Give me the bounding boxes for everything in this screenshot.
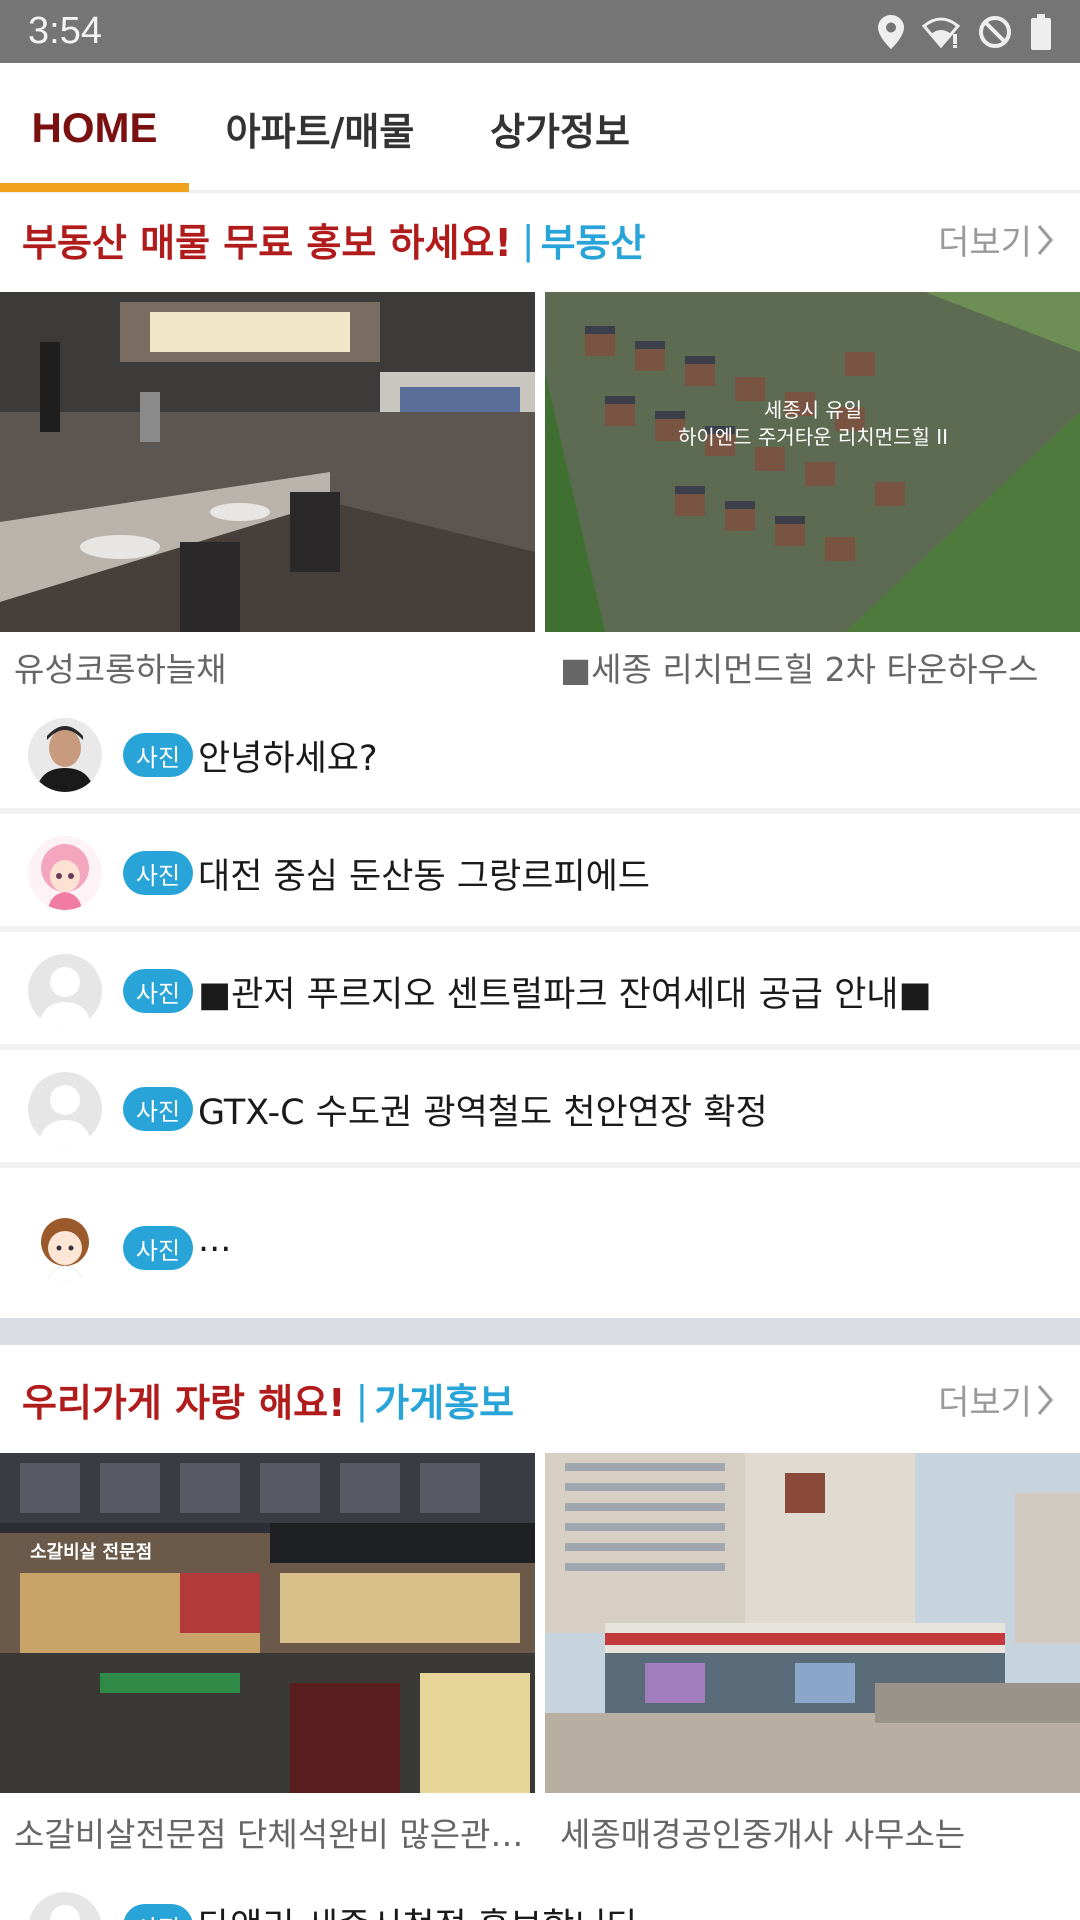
restaurant-night-image: 소갈비살 전문점 — [0, 1453, 535, 1793]
image-overlay-text: 세종시 유일 — [764, 398, 862, 422]
listing-caption[interactable]: ■세종 리치먼드힐 2차 타운하우스 — [560, 643, 1068, 691]
avatar — [28, 718, 102, 792]
do-not-disturb-icon — [979, 15, 1011, 48]
photo-badge: 사진 — [123, 1904, 193, 1920]
wifi-icon — [922, 17, 960, 48]
default-avatar-icon — [28, 1892, 102, 1920]
chevron-right-icon — [1037, 1384, 1053, 1415]
status-bar: 3:54 — [0, 0, 1080, 63]
post-item[interactable]: 사진 GTX-C 수도권 광역철도 천안연장 확정 — [0, 1056, 1080, 1168]
listing-caption[interactable]: 유성코롱하늘채 — [14, 643, 524, 691]
section-header-realestate: 부동산 매물 무료 홍보 하세요! | 부동산 더보기 — [0, 192, 1080, 287]
image-overlay-text: 하이엔드 주거타운 리치먼드힐 II — [678, 425, 948, 449]
post-item[interactable]: 사진 안녕하세요? — [0, 702, 1080, 814]
shop-sign-text: 소갈비살 전문점 — [30, 1541, 152, 1563]
section-separator: | — [521, 217, 535, 262]
more-button[interactable]: 더보기 — [938, 1352, 1054, 1447]
section-header-shop: 우리가게 자랑 해요! | 가게홍보 더보기 — [0, 1352, 1080, 1447]
status-time: 3:54 — [28, 10, 102, 52]
townhouse-aerial-image: 세종시 유일 하이엔드 주거타운 리치먼드힐 II — [545, 292, 1080, 632]
more-label: 더보기 — [938, 223, 1032, 263]
status-icons — [878, 13, 1052, 50]
shop-photo[interactable] — [545, 1453, 1080, 1793]
post-title: GTX-C 수도권 광역철도 천안연장 확정 — [198, 1092, 768, 1133]
avatar — [28, 1208, 102, 1282]
section-separator: | — [355, 1377, 369, 1422]
post-title: 안녕하세요? — [198, 738, 378, 779]
post-title: 타앤리 세종시청점 홍보합니다 — [198, 1898, 639, 1920]
post-item[interactable]: 사진 ■관저 푸르지오 센트럴파크 잔여세대 공급 안내■ — [0, 938, 1080, 1050]
photo-badge: 사진 — [123, 851, 193, 895]
more-button[interactable]: 더보기 — [938, 192, 1054, 287]
office-building-image — [545, 1453, 1080, 1793]
shop-caption[interactable]: 소갈비살전문점 단체석완비 많은관심부탁드립니다 — [14, 1808, 524, 1856]
section-category-link[interactable]: 부동산 — [541, 212, 646, 267]
photo-badge: 사진 — [123, 1226, 193, 1270]
more-label: 더보기 — [938, 1383, 1032, 1423]
post-title: ... — [198, 1220, 232, 1260]
post-item[interactable]: 사진 ... — [0, 1174, 1080, 1318]
photo-badge: 사진 — [123, 969, 193, 1013]
shop-photo[interactable]: 소갈비살 전문점 — [0, 1453, 535, 1793]
section-category-link[interactable]: 가게홍보 — [374, 1372, 514, 1427]
post-title: 대전 중심 둔산동 그랑르피에드 — [198, 856, 650, 897]
post-item[interactable]: 사진 대전 중심 둔산동 그랑르피에드 — [0, 820, 1080, 932]
listing-photo[interactable]: 세종시 유일 하이엔드 주거타운 리치먼드힐 II — [545, 292, 1080, 632]
default-avatar-icon — [28, 954, 102, 1028]
tab-apartment-listings[interactable]: 아파트/매물 — [200, 63, 440, 193]
avatar — [28, 836, 102, 910]
post-title: ■관저 푸르지오 센트럴파크 잔여세대 공급 안내■ — [198, 974, 932, 1015]
section-title: 부동산 매물 무료 홍보 하세요! — [22, 221, 512, 265]
tab-home[interactable]: HOME — [0, 63, 189, 193]
section-title: 우리가게 자랑 해요! — [22, 1381, 346, 1425]
active-tab-indicator — [0, 183, 189, 192]
tab-bar: HOME 아파트/매물 상가정보 — [0, 63, 1080, 193]
post-item[interactable]: 사진 타앤리 세종시청점 홍보합니다 — [0, 1868, 1080, 1920]
chevron-right-icon — [1037, 224, 1053, 255]
shop-caption[interactable]: 세종매경공인중개사 사무소는 — [560, 1808, 1068, 1856]
listing-photo[interactable] — [0, 292, 535, 632]
photo-badge: 사진 — [123, 733, 193, 777]
dining-room-image — [0, 292, 535, 632]
battery-icon — [1031, 13, 1051, 50]
tab-shop-info[interactable]: 상가정보 — [455, 63, 665, 193]
photo-badge: 사진 — [123, 1087, 193, 1131]
location-icon — [878, 14, 904, 49]
default-avatar-icon — [28, 1072, 102, 1146]
section-divider — [0, 1318, 1080, 1345]
